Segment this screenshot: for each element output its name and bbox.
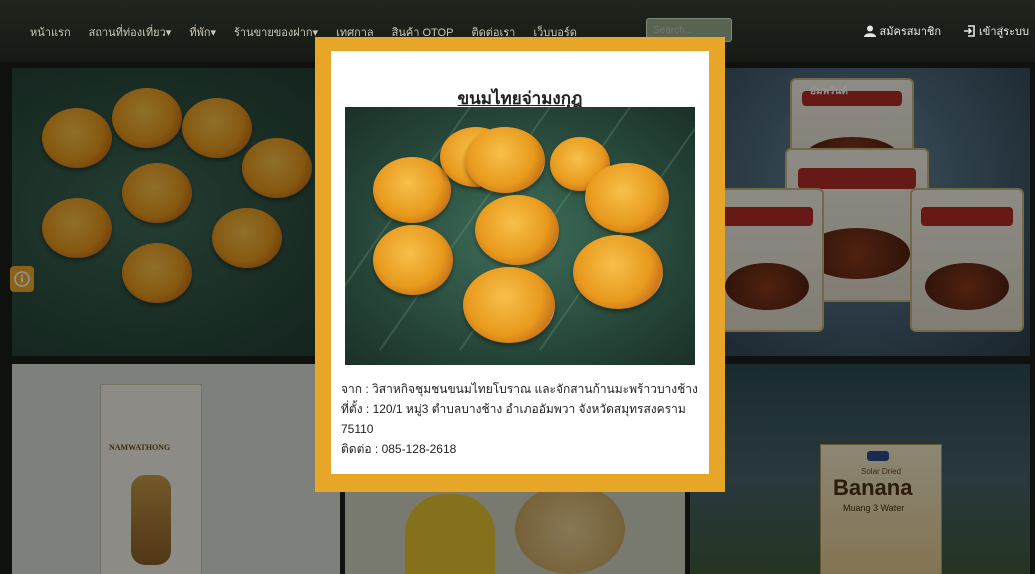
register-link[interactable]: สมัครสมาชิก: [863, 22, 942, 40]
dessert-piece: [585, 163, 669, 233]
dessert-piece: [475, 195, 559, 265]
dessert-piece: [573, 235, 663, 309]
modal-address: ที่ตั้ง : 120/1 หมู่3 ตำบลบางช้าง อำเภออ…: [341, 402, 686, 416]
dessert-piece: [373, 157, 451, 223]
modal-from: จาก : วิสาหกิจชุมชนขนมไทยโบราณ และจักสาน…: [341, 382, 698, 396]
product-photo: [345, 107, 695, 365]
modal-contact: ติดต่อ : 085-128-2618: [341, 442, 457, 456]
modal-postcode: 75110: [341, 422, 374, 436]
login-label: เข้าสู่ระบบ: [979, 26, 1029, 38]
user-icon: [863, 25, 876, 37]
sign-in-icon: [964, 25, 975, 37]
modal-content: ขนมไทยจ่ามงกุฎ จาก : วิสาหกิจชุมชนขนมไทย…: [331, 51, 709, 474]
nav-account: สมัครสมาชิก เข้าสู่ระบบ: [863, 22, 1029, 40]
nav-souvenir-shops[interactable]: ร้านขายของฝาก▾: [234, 23, 318, 41]
dessert-piece: [463, 267, 555, 343]
modal-description: จาก : วิสาหกิจชุมชนขนมไทยโบราณ และจักสาน…: [341, 379, 701, 459]
register-label: สมัครสมาชิก: [879, 26, 942, 38]
product-modal: ขนมไทยจ่ามงกุฎ จาก : วิสาหกิจชุมชนขนมไทย…: [315, 37, 725, 492]
nav-attractions[interactable]: สถานที่ท่องเที่ยว▾: [89, 23, 172, 41]
dessert-piece: [465, 127, 545, 193]
login-link[interactable]: เข้าสู่ระบบ: [963, 22, 1029, 40]
nav-accommodation[interactable]: ที่พัก▾: [189, 23, 216, 41]
dessert-piece: [373, 225, 453, 295]
nav-home[interactable]: หน้าแรก: [30, 23, 71, 41]
